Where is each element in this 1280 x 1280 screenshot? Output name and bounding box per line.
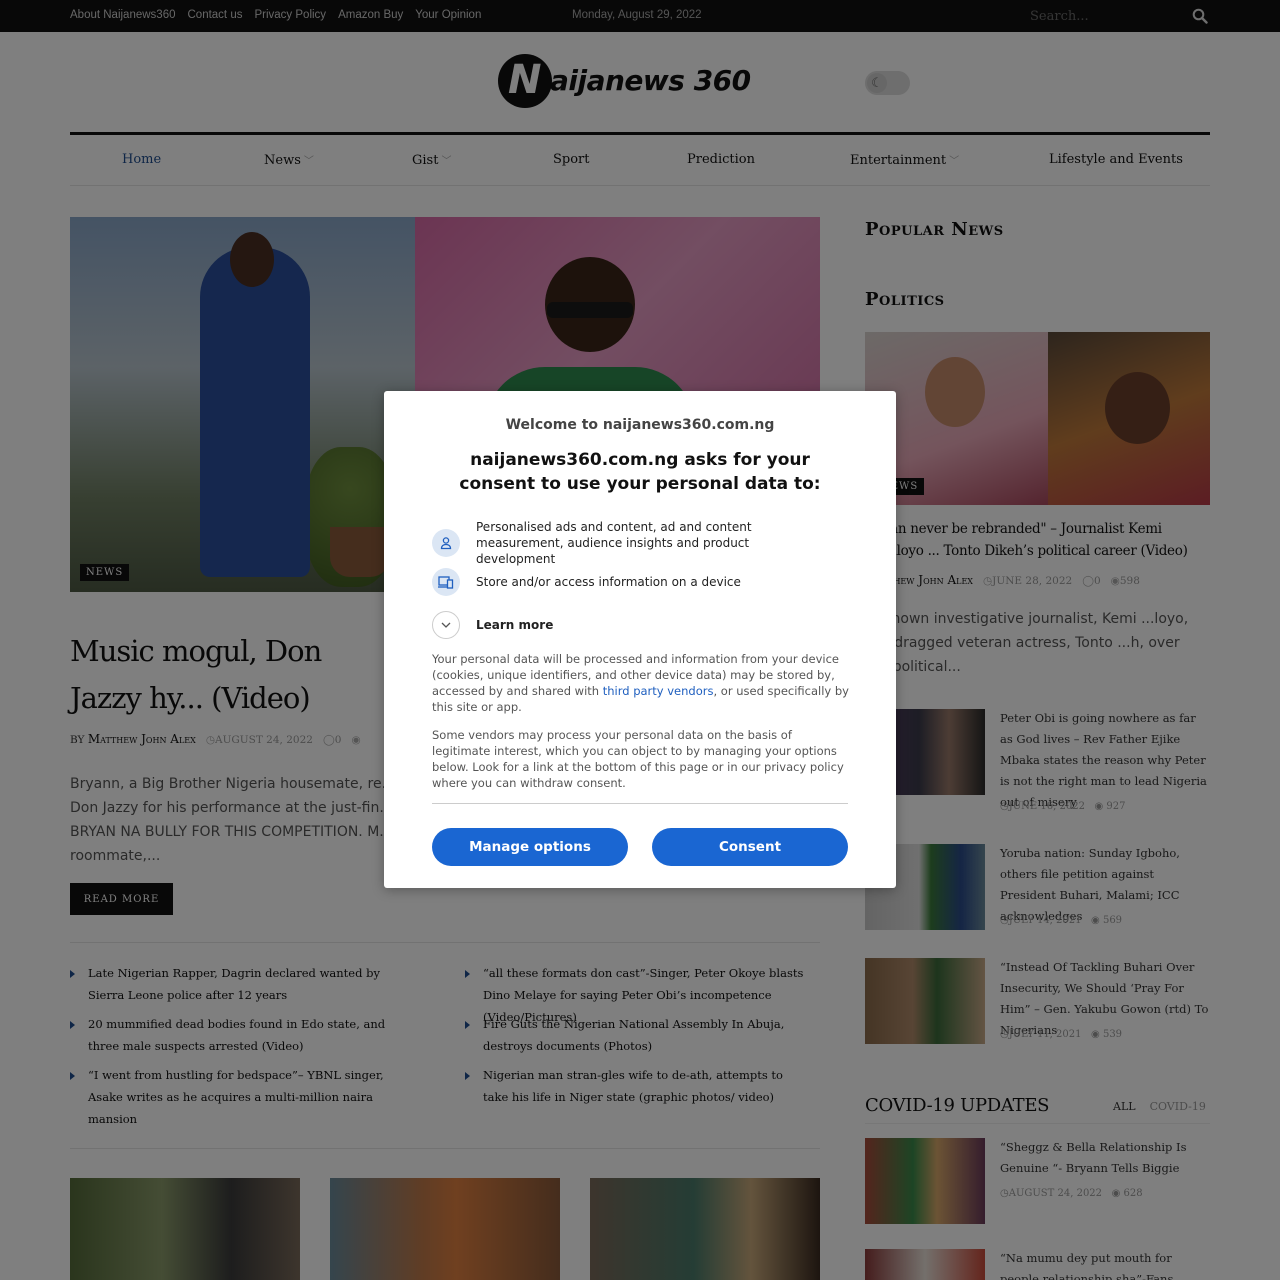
third-party-vendors-link[interactable]: third party vendors bbox=[603, 684, 714, 698]
purpose-text: Store and/or access information on a dev… bbox=[476, 575, 741, 589]
chevron-down-icon[interactable] bbox=[432, 611, 460, 639]
consent-purpose-ads: Personalised ads and content, ad and con… bbox=[432, 519, 828, 567]
consent-dialog: Welcome to naijanews360.com.ng naijanews… bbox=[384, 391, 896, 888]
consent-purpose-storage: Store and/or access information on a dev… bbox=[432, 568, 828, 596]
consent-button[interactable]: Consent bbox=[652, 828, 848, 866]
consent-heading: naijanews360.com.ng asks for your consen… bbox=[459, 450, 821, 494]
consent-welcome: Welcome to naijanews360.com.ng bbox=[505, 417, 775, 433]
person-icon bbox=[432, 529, 460, 557]
manage-options-button[interactable]: Manage options bbox=[432, 828, 628, 866]
learn-more-label[interactable]: Learn more bbox=[476, 617, 828, 633]
purpose-text: Personalised ads and content, ad and con… bbox=[476, 520, 752, 566]
consent-paragraph-2: Some vendors may process your personal d… bbox=[432, 728, 844, 790]
consent-paragraph-1: Your personal data will be processed and… bbox=[432, 651, 850, 715]
learn-more-toggle[interactable]: Learn more bbox=[432, 611, 828, 639]
divider bbox=[432, 803, 848, 804]
devices-icon bbox=[432, 568, 460, 596]
